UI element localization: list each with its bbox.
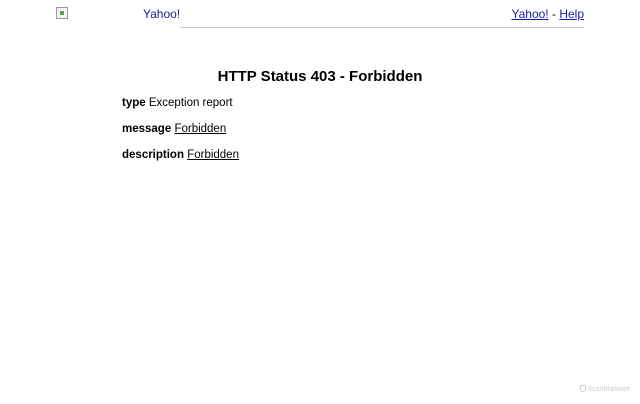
- error-description-row: description Forbidden: [122, 148, 239, 162]
- description-label: description: [122, 149, 184, 161]
- link-separator: -: [548, 7, 560, 21]
- error-type-row: type Exception report: [122, 96, 233, 110]
- error-page: Yahoo! Yahoo! - Help HTTP Status 403 - F…: [0, 0, 640, 404]
- message-label: message: [122, 123, 172, 135]
- type-value: Exception report: [148, 97, 233, 109]
- message-value-link[interactable]: Forbidden: [174, 123, 226, 135]
- yahoo-link[interactable]: Yahoo!: [511, 7, 548, 21]
- header-divider: [180, 27, 584, 28]
- watermark-text: ScanMalware: [587, 386, 630, 393]
- header-links: Yahoo! - Help: [511, 7, 584, 21]
- error-message-row: message Forbidden: [122, 122, 226, 136]
- page-title: HTTP Status 403 - Forbidden: [217, 68, 423, 85]
- scanmalware-watermark: ScanMalware: [579, 385, 630, 394]
- type-label: type: [122, 97, 146, 109]
- yahoo-logo-alt-text: Yahoo!: [143, 7, 181, 21]
- shield-icon: [579, 385, 586, 392]
- help-link[interactable]: Help: [559, 7, 584, 21]
- description-value-link[interactable]: Forbidden: [187, 149, 239, 161]
- header: Yahoo! Yahoo! - Help: [56, 7, 584, 28]
- broken-image-icon: [56, 7, 68, 19]
